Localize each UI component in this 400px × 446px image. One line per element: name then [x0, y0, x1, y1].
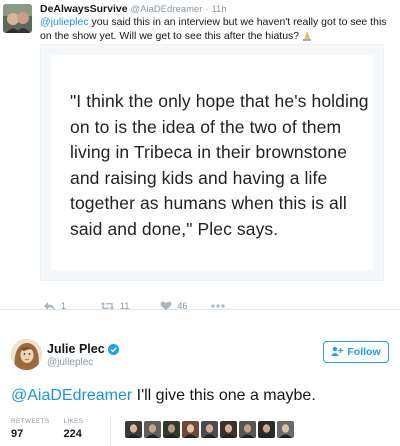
reply-button[interactable]: 1 [43, 301, 66, 311]
reply-display-name[interactable]: DeAlwaysSurvive [40, 3, 128, 15]
reply-handle[interactable]: @AiaDEdreamer [130, 4, 202, 15]
tweet-stats: RETWEETS 97 LIKES 224 [11, 418, 97, 440]
more-button[interactable] [211, 304, 225, 308]
original-mention-link[interactable]: @AiaDEdreamer [11, 387, 132, 404]
original-body: @AiaDEdreamer I'll give this one a maybe… [11, 386, 391, 406]
liker-avatar[interactable] [163, 421, 180, 438]
reply-timestamp[interactable]: 11h [211, 4, 226, 15]
liker-avatar[interactable] [182, 421, 199, 438]
original-handle[interactable]: @julieplec [47, 357, 93, 368]
liker-avatar[interactable] [201, 421, 218, 438]
reply-count: 1 [61, 301, 67, 311]
liker-avatar[interactable] [220, 421, 237, 438]
like-button[interactable]: 46 [160, 301, 187, 311]
original-display-name[interactable]: Julie Plec [47, 342, 119, 356]
like-count: 46 [177, 301, 188, 311]
original-name-text: Julie Plec [47, 342, 105, 356]
likes-stat[interactable]: LIKES 224 [64, 418, 84, 440]
heart-icon [160, 301, 172, 311]
retweets-label: RETWEETS [11, 418, 50, 425]
liker-avatar[interactable] [239, 421, 256, 438]
original-body-text: I'll give this one a maybe. [132, 387, 316, 404]
verified-badge-icon [107, 343, 119, 355]
retweets-stat[interactable]: RETWEETS 97 [11, 418, 50, 440]
original-tweet: Julie Plec @julieplec Follow @AiaDEdream… [0, 311, 400, 446]
liker-avatars [125, 421, 296, 438]
likes-value: 224 [63, 428, 82, 440]
quote-text: "I think the only hope that he's holding… [70, 91, 369, 239]
reply-mention-link[interactable]: @julieplec [40, 16, 89, 28]
reply-avatar[interactable] [3, 4, 32, 33]
reply-body: @julieplec you said this in an interview… [40, 16, 390, 43]
original-avatar[interactable] [11, 339, 42, 370]
liker-avatar[interactable] [277, 421, 294, 438]
liker-avatar[interactable] [258, 421, 275, 438]
liker-avatar[interactable] [125, 421, 142, 438]
more-icon [211, 304, 225, 308]
reply-separator: · [205, 4, 209, 15]
retweets-value: 97 [11, 428, 24, 440]
quote-image-panel: "I think the only hope that he's holding… [51, 55, 373, 270]
follow-button[interactable]: Follow [323, 341, 389, 363]
liker-avatar[interactable] [144, 421, 161, 438]
retweet-button[interactable]: 11 [100, 301, 129, 311]
reply-header: DeAlwaysSurvive @AiaDEdreamer · 11h [40, 3, 227, 15]
follow-person-icon [331, 346, 347, 359]
retweet-count: 11 [120, 301, 130, 311]
likes-label: LIKES [63, 418, 84, 425]
retweet-icon [100, 301, 115, 311]
stats-divider [110, 418, 111, 446]
reply-icon [43, 301, 56, 311]
follow-label: Follow [347, 346, 381, 358]
reply-tweet: DeAlwaysSurvive @AiaDEdreamer · 11h @jul… [0, 0, 400, 311]
reply-body-text: you said this in an interview but we hav… [40, 16, 387, 42]
folded-hands-icon [301, 30, 313, 41]
quote-image[interactable]: "I think the only hope that he's holding… [40, 44, 384, 281]
